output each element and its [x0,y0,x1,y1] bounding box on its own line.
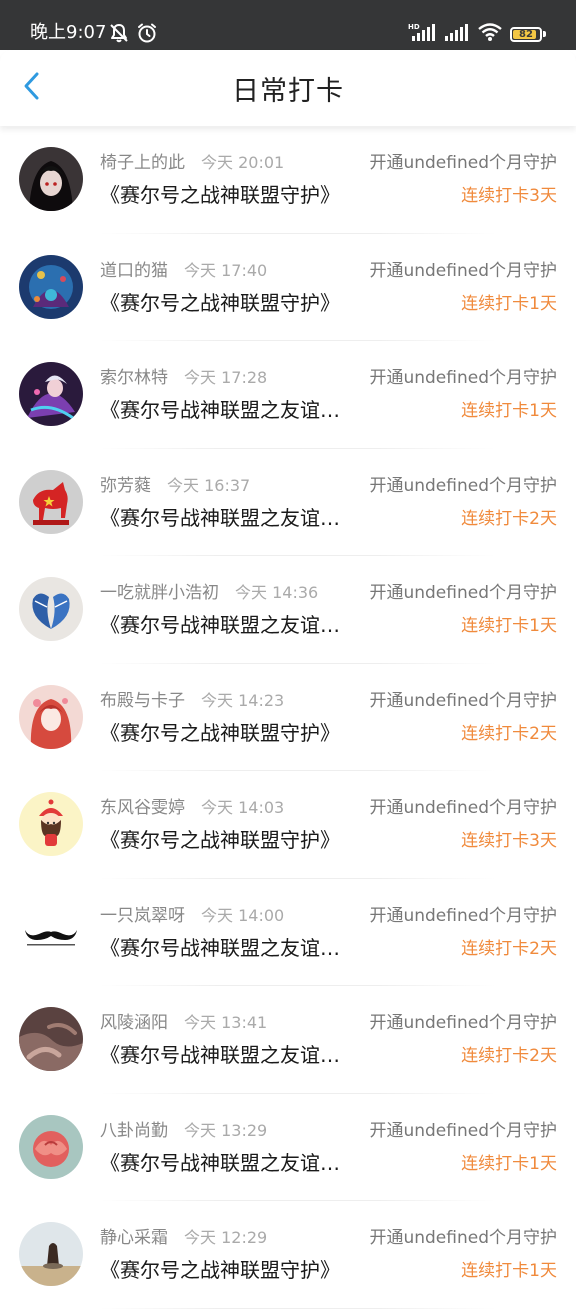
streak-badge: 连续打卡1天 [461,1153,557,1174]
user-name[interactable]: 八卦尚勤 [100,1121,168,1141]
streak-badge: 连续打卡3天 [461,831,557,851]
checkin-time: 今天 17:28 [184,368,268,387]
checkin-item[interactable]: 弥芳蕤 今天 16:37 开通undefined个月守护 《赛尔号战神联盟之友谊…… [0,449,576,556]
checkin-item[interactable]: 索尔林特 今天 17:28 开通undefined个月守护 《赛尔号战神联盟之友谊… [0,341,576,449]
checkin-time: 今天 14:00 [201,905,285,925]
checkin-time: 今天 14:36 [235,583,319,602]
checkin-item[interactable]: 东风谷雯婷 今天 14:03 开通undefined个月守护 《赛尔号之战神联盟守… [0,771,576,879]
user-name[interactable]: 索尔林特 [100,368,168,388]
game-title[interactable]: 《赛尔号之战神联盟守护》 [100,827,340,853]
streak-badge: 连续打卡1天 [461,293,557,314]
status-time: 晚上9:07 [30,22,107,43]
guard-description: 开通undefined个月守护 [369,153,557,173]
user-name[interactable]: 椅子上的此 [100,153,185,173]
streak-badge: 连续打卡2天 [461,1046,557,1066]
checkin-time: 今天 14:03 [201,798,285,817]
avatar[interactable] [19,1222,83,1286]
streak-badge: 连续打卡1天 [461,401,557,421]
user-name[interactable]: 一吃就胖小浩初 [100,583,219,603]
guard-description: 开通undefined个月守护 [369,690,557,711]
user-name[interactable]: 一只岚翠呀 [100,906,185,926]
user-name[interactable]: 东风谷雯婷 [100,798,185,818]
checkin-item[interactable]: 布殿与卡子 今天 14:23 开通undefined个月守护 《赛尔号之战神联盟守… [0,664,576,771]
guard-description: 开通undefined个月守护 [369,475,557,496]
svg-text:HD: HD [408,23,420,31]
checkin-time: 今天 12:29 [184,1228,268,1247]
guard-description: 开通undefined个月守护 [369,905,557,926]
mute-icon [108,22,130,48]
guard-description: 开通undefined个月守护 [369,260,557,281]
avatar[interactable] [19,254,83,319]
avatar[interactable] [19,577,83,641]
checkin-time: 今天 20:01 [201,153,285,172]
status-bar: 晚上9:07 HD 82 [0,0,576,50]
game-title[interactable]: 《赛尔号战神联盟之友谊… [100,505,340,531]
nav-header: 日常打卡 [0,50,576,126]
avatar[interactable] [19,469,83,534]
checkin-time: 今天 16:37 [167,475,251,495]
game-title[interactable]: 《赛尔号之战神联盟守护》 [100,182,340,208]
checkin-list: 椅子上的此 今天 20:01 开通undefined个月守护 《赛尔号之战神联盟守… [0,126,576,1309]
avatar[interactable] [19,147,83,211]
guard-description: 开通undefined个月守护 [369,1013,557,1033]
hd-signal-icon: HD [408,22,436,46]
streak-badge: 连续打卡1天 [461,1261,557,1281]
avatar[interactable] [19,792,83,856]
divider [100,1307,496,1309]
game-title[interactable]: 《赛尔号战神联盟之友谊… [100,397,340,423]
checkin-item[interactable]: 风陵涵阳 今天 13:41 开通undefined个月守护 《赛尔号战神联盟之友谊… [0,986,576,1094]
battery-level: 82 [519,28,533,40]
checkin-item[interactable]: 八卦尚勤 今天 13:29 开通undefined个月守护 《赛尔号战神联盟之友谊… [0,1094,576,1201]
checkin-item[interactable]: 道口的猫 今天 17:40 开通undefined个月守护 《赛尔号之战神联盟守护… [0,234,576,341]
guard-description: 开通undefined个月守护 [369,798,557,818]
avatar[interactable] [19,684,83,749]
checkin-item[interactable]: 椅子上的此 今天 20:01 开通undefined个月守护 《赛尔号之战神联盟守… [0,126,576,234]
checkin-time: 今天 17:40 [184,260,268,280]
battery-icon: 82 [510,26,546,42]
avatar[interactable] [19,1007,83,1071]
signal-icon [444,22,470,46]
user-name[interactable]: 道口的猫 [100,261,168,281]
game-title[interactable]: 《赛尔号之战神联盟守护》 [100,290,340,316]
user-name[interactable]: 风陵涵阳 [100,1013,168,1033]
checkin-item[interactable]: 静心采霜 今天 12:29 开通undefined个月守护 《赛尔号之战神联盟守护… [0,1201,576,1309]
avatar[interactable] [19,362,83,426]
checkin-item[interactable]: 一吃就胖小浩初 今天 14:36 开通undefined个月守护 《赛尔号战神联盟… [0,556,576,664]
game-title[interactable]: 《赛尔号之战神联盟守护》 [100,720,340,746]
streak-badge: 连续打卡2天 [461,938,557,959]
user-name[interactable]: 布殿与卡子 [100,691,185,711]
game-title[interactable]: 《赛尔号之战神联盟守护》 [100,1257,340,1283]
game-title[interactable]: 《赛尔号战神联盟之友谊… [100,1150,340,1176]
wifi-icon [478,22,502,46]
streak-badge: 连续打卡2天 [461,723,557,744]
checkin-time: 今天 13:29 [184,1120,268,1140]
streak-badge: 连续打卡1天 [461,616,557,636]
avatar[interactable] [19,1114,83,1179]
alarm-icon [136,22,158,48]
guard-description: 开通undefined个月守护 [369,368,557,388]
game-title[interactable]: 《赛尔号战神联盟之友谊… [100,612,340,638]
streak-badge: 连续打卡2天 [461,508,557,529]
guard-description: 开通undefined个月守护 [369,583,557,603]
game-title[interactable]: 《赛尔号战神联盟之友谊… [100,935,340,961]
checkin-time: 今天 14:23 [201,690,285,710]
user-name[interactable]: 弥芳蕤 [100,476,151,496]
user-name[interactable]: 静心采霜 [100,1228,168,1248]
streak-badge: 连续打卡3天 [461,186,557,206]
avatar[interactable] [19,899,83,964]
game-title[interactable]: 《赛尔号战神联盟之友谊… [100,1042,340,1068]
checkin-item[interactable]: 一只岚翠呀 今天 14:00 开通undefined个月守护 《赛尔号战神联盟之友… [0,879,576,986]
guard-description: 开通undefined个月守护 [369,1228,557,1248]
checkin-time: 今天 13:41 [184,1013,268,1032]
page-title: 日常打卡 [232,76,344,107]
guard-description: 开通undefined个月守护 [369,1120,557,1141]
